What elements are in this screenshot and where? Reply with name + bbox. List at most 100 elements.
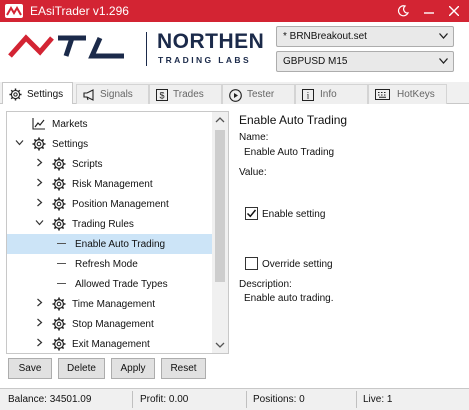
description-label: Description: <box>239 279 292 290</box>
tree-item-label: Risk Management <box>72 179 153 190</box>
keyboard-icon <box>375 89 390 100</box>
details-title: Enable Auto Trading <box>239 113 348 127</box>
tree-item-label: Stop Management <box>72 319 154 330</box>
gear-icon <box>52 337 66 353</box>
tab-hotkeys-label: HotKeys <box>397 89 435 100</box>
title-bar: EAsiTrader v1.296 <box>0 0 469 22</box>
chevron-right-icon[interactable] <box>35 158 44 170</box>
window-title: EAsiTrader v1.296 <box>30 4 129 18</box>
tree-item[interactable]: Trading Rules <box>7 214 213 234</box>
tab-signals[interactable]: Signals <box>76 84 149 104</box>
tree-scrollbar[interactable] <box>212 112 228 353</box>
description-value: Enable auto trading. <box>244 293 334 304</box>
tab-trades-label: Trades <box>173 89 204 100</box>
apply-button[interactable]: Apply <box>111 358 155 379</box>
symbol-dropdown[interactable]: GBPUSD M15 <box>276 51 454 72</box>
gear-icon <box>52 297 66 314</box>
tree-item-label: Time Management <box>72 299 155 310</box>
tree-item[interactable]: Refresh Mode <box>7 254 213 274</box>
tab-bar: Settings Signals $ Trades Tester i Info … <box>0 82 469 105</box>
app-logo-icon <box>5 4 23 18</box>
tree-item[interactable]: Enable Auto Trading <box>7 234 213 254</box>
gear-icon <box>52 157 66 174</box>
tab-trades[interactable]: $ Trades <box>149 84 222 104</box>
header: NORTHEN TRADING LABS * BRNBreakout.set G… <box>0 22 469 82</box>
svg-text:i: i <box>307 91 310 101</box>
chevron-right-icon[interactable] <box>35 178 44 190</box>
tab-hotkeys[interactable]: HotKeys <box>368 84 447 104</box>
tree-item[interactable]: Exit Management <box>7 334 213 353</box>
tree-item[interactable]: Position Management <box>7 194 213 214</box>
tree-item-label: Allowed Trade Types <box>75 279 168 290</box>
value-label: Value: <box>239 167 267 178</box>
chevron-down-icon[interactable] <box>35 218 44 230</box>
tree-item-label: Markets <box>52 119 88 130</box>
chevron-right-icon[interactable] <box>35 198 44 210</box>
tree-item[interactable]: Settings <box>7 134 213 154</box>
checkmark-icon <box>246 209 257 218</box>
tree-item-label: Scripts <box>72 159 103 170</box>
brand-name: NORTHEN <box>157 30 265 53</box>
chevron-right-icon[interactable] <box>35 298 44 310</box>
leaf-dash-icon <box>57 263 66 264</box>
tree-item[interactable]: Stop Management <box>7 314 213 334</box>
tab-info-label: Info <box>320 89 337 100</box>
balance-status: Balance: 34501.09 <box>8 394 92 405</box>
override-setting-label[interactable]: Override setting <box>262 259 333 270</box>
status-divider <box>356 391 357 408</box>
reset-button[interactable]: Reset <box>161 358 206 379</box>
chart-line-icon <box>32 117 46 133</box>
settings-panel: Markets Settings Scripts Risk Management Pos… <box>0 104 469 390</box>
delete-button[interactable]: Delete <box>58 358 105 379</box>
live-status: Live: 1 <box>363 394 393 405</box>
tree-item[interactable]: Risk Management <box>7 174 213 194</box>
tree-item[interactable]: Time Management <box>7 294 213 314</box>
chevron-down-icon <box>439 58 448 64</box>
setfile-value: * BRNBreakout.set <box>283 31 367 42</box>
gear-icon <box>52 217 66 234</box>
positions-status: Positions: 0 <box>253 394 305 405</box>
settings-tree[interactable]: Markets Settings Scripts Risk Management Pos… <box>6 111 229 354</box>
tab-tester[interactable]: Tester <box>222 84 295 104</box>
tree-item[interactable]: Markets <box>7 114 213 134</box>
tab-tester-label: Tester <box>247 89 275 100</box>
enable-setting-label[interactable]: Enable setting <box>262 209 325 220</box>
chevron-right-icon[interactable] <box>35 338 44 350</box>
tree-item-label: Exit Management <box>72 339 150 350</box>
play-circle-icon <box>229 89 242 102</box>
svg-text:$: $ <box>159 91 164 101</box>
scrollbar-thumb[interactable] <box>215 130 225 282</box>
minimize-button[interactable] <box>418 0 440 22</box>
scroll-down-icon[interactable] <box>215 342 225 348</box>
gear-icon <box>9 88 22 101</box>
tab-info[interactable]: i Info <box>295 84 368 104</box>
name-label: Name: <box>239 132 269 143</box>
save-button[interactable]: Save <box>8 358 52 379</box>
tab-settings[interactable]: Settings <box>2 82 73 105</box>
leaf-dash-icon <box>57 283 66 284</box>
gear-icon <box>52 197 66 214</box>
setfile-dropdown[interactable]: * BRNBreakout.set <box>276 26 454 47</box>
ntl-logo <box>6 32 138 63</box>
tree-item-label: Refresh Mode <box>75 259 138 270</box>
enable-setting-checkbox[interactable] <box>245 207 258 220</box>
override-setting-checkbox[interactable] <box>245 257 258 270</box>
tree-item-label: Position Management <box>72 199 169 210</box>
megaphone-icon <box>83 89 94 101</box>
moon-icon[interactable] <box>392 0 414 22</box>
gear-icon <box>32 137 46 154</box>
tree-item-label: Enable Auto Trading <box>75 239 166 250</box>
scroll-up-icon[interactable] <box>215 117 225 123</box>
chevron-down-icon[interactable] <box>15 138 24 150</box>
name-value: Enable Auto Trading <box>244 147 335 158</box>
brand-divider <box>146 32 147 66</box>
tab-signals-label: Signals <box>100 89 133 100</box>
tree-item[interactable]: Scripts <box>7 154 213 174</box>
chevron-right-icon[interactable] <box>35 318 44 330</box>
tree-item[interactable]: Allowed Trade Types <box>7 274 213 294</box>
close-button[interactable] <box>443 0 465 22</box>
gear-icon <box>52 177 66 194</box>
tree-item-label: Settings <box>52 139 89 150</box>
tab-settings-label: Settings <box>27 89 64 100</box>
status-bar: Balance: 34501.09 Profit: 0.00 Positions… <box>0 388 469 410</box>
